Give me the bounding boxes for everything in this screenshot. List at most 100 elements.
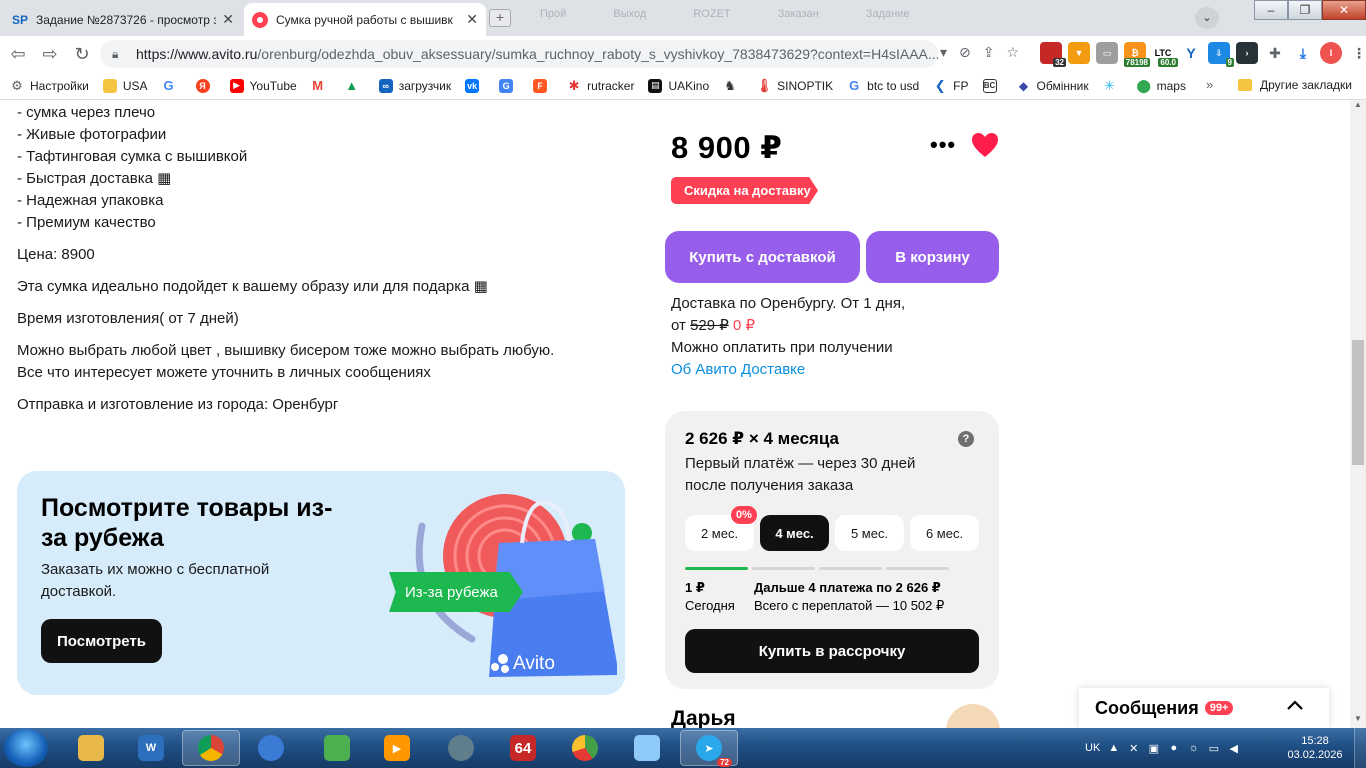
bookmark-sinoptik[interactable]: 🌡︎ SINOPTIK	[756, 78, 833, 93]
more-options-icon[interactable]: •••	[930, 134, 956, 156]
bookmark-google[interactable]: G	[162, 78, 182, 93]
start-button[interactable]	[4, 729, 48, 767]
page-scrollbar[interactable]: ▲ ▼	[1350, 100, 1366, 728]
scroll-up-icon[interactable]: ▲	[1350, 100, 1366, 114]
bookmark-btc[interactable]: Gbtc to usd	[847, 78, 919, 93]
ghost-tab-label: ROZET	[693, 8, 731, 20]
taskbar-wm[interactable]: W	[122, 730, 180, 766]
other-bookmarks[interactable]: Другие закладки	[1238, 78, 1352, 92]
close-tab-icon[interactable]: ✕	[466, 11, 478, 28]
scroll-thumb[interactable]	[1352, 340, 1364, 465]
bookmark-drive[interactable]: ▲	[345, 78, 365, 93]
ext-shield-icon[interactable]: ▼	[1068, 42, 1090, 64]
show-desktop-button[interactable]	[1354, 728, 1366, 768]
add-to-cart-button[interactable]: В корзину	[866, 231, 999, 283]
extensions-puzzle-icon[interactable]: ✚	[1264, 42, 1286, 64]
bookmark-translate[interactable]: G	[499, 78, 519, 93]
bookmark-star-icon[interactable]: ☆	[1007, 44, 1020, 61]
tray-rss-icon[interactable]: ☼	[1187, 742, 1200, 755]
bookmark-chess[interactable]: ♞	[723, 78, 743, 93]
bookmark-uakino[interactable]: ▤ UAKino	[648, 78, 709, 93]
taskbar-telegram[interactable]: ➤ 72	[680, 730, 738, 767]
bookmark-usa[interactable]: USA	[102, 78, 148, 93]
delivery-line: Доставка по Оренбургу. От 1 дня,	[671, 295, 906, 312]
minimize-button[interactable]: –	[1254, 0, 1288, 20]
bookmark-gmail[interactable]: M	[311, 78, 331, 93]
term-option-6[interactable]: 6 мес.	[910, 515, 979, 551]
bookmarks-overflow-icon[interactable]: »	[1206, 77, 1213, 92]
taskbar-chart[interactable]	[556, 730, 614, 766]
taskbar-cpu[interactable]	[308, 730, 366, 766]
tab-title: Задание №2873726 - просмотр з	[36, 12, 217, 27]
taskbar-chrome[interactable]	[182, 730, 240, 766]
buy-installment-button[interactable]: Купить в рассрочку	[685, 629, 979, 673]
help-question-icon[interactable]: ?	[958, 431, 974, 447]
new-tab-button[interactable]: +	[489, 9, 511, 27]
ext-briefcase-icon[interactable]: ▭	[1096, 42, 1118, 64]
promo-view-button[interactable]: Посмотреть	[41, 619, 162, 663]
share-icon[interactable]: ⇪	[983, 44, 995, 61]
tray-info-icon[interactable]: ●	[1167, 742, 1180, 755]
forward-arrow-icon[interactable]: ⇨	[36, 40, 64, 68]
gear-icon: ⚙	[11, 77, 23, 93]
ext-download-icon[interactable]: ⇩ 9	[1208, 42, 1234, 67]
ext-adblock-icon[interactable]: 32	[1040, 42, 1066, 67]
bookmark-fp2[interactable]: ❮ FP	[933, 78, 969, 93]
menu-kebab-icon[interactable]: ⋮	[1348, 42, 1366, 64]
reload-icon[interactable]: ↻	[68, 40, 96, 68]
bookmark-loader[interactable]: ∞ загрузчик	[378, 78, 451, 93]
tab-search-chevron-icon[interactable]: ⌄	[1195, 7, 1219, 29]
bookmark-fp[interactable]: F	[533, 78, 553, 93]
tab-task[interactable]: SP Задание №2873726 - просмотр з ✕	[4, 3, 242, 36]
tray-volume-icon[interactable]: ◀	[1227, 742, 1240, 755]
seller-avatar[interactable]	[946, 704, 1000, 728]
back-arrow-icon[interactable]: ⇦	[4, 40, 32, 68]
close-window-button[interactable]: ✕	[1322, 0, 1366, 20]
loader-icon: ∞	[378, 78, 393, 93]
downloads-icon[interactable]: ⤓	[1292, 42, 1314, 64]
bookmark-exchange[interactable]: ◆ Обмінник	[1017, 79, 1089, 93]
language-indicator[interactable]: UK	[1085, 742, 1100, 754]
ext-litecoin-icon[interactable]: LTC 60.0	[1152, 42, 1178, 67]
tray-usb-icon[interactable]: ✕	[1127, 742, 1140, 755]
bookmark-yandex[interactable]: Я	[195, 78, 216, 93]
tray-monitor-icon[interactable]: ▭	[1207, 742, 1220, 755]
taskbar-media[interactable]: ▶	[368, 730, 426, 766]
bookmark-bc[interactable]: BC	[982, 78, 1003, 93]
tray-network-icon[interactable]: ▣	[1147, 742, 1160, 755]
rutracker-icon: ✱	[568, 77, 580, 93]
seller-name[interactable]: Дарья	[671, 707, 736, 728]
dropdown-caret-icon[interactable]: ▾	[940, 44, 947, 61]
taskbar-clock-app[interactable]	[432, 730, 490, 766]
ext-terminal-icon[interactable]: ›	[1236, 42, 1258, 64]
taskbar-notepad[interactable]	[618, 730, 676, 766]
taskbar-aida64[interactable]: 64	[494, 730, 552, 766]
bookmark-maps[interactable]: ⬤ maps	[1136, 78, 1186, 93]
maximize-button[interactable]: ❐	[1288, 0, 1322, 20]
bookmark-youtube[interactable]: ▶ YouTube	[229, 78, 297, 93]
taskbar-clock[interactable]: 15:28 03.02.2026	[1285, 734, 1345, 762]
bookmark-rutracker[interactable]: ✱ rutracker	[567, 77, 635, 93]
bookmark-snow[interactable]: ✳	[1103, 78, 1123, 93]
ext-y-icon[interactable]: Y	[1180, 42, 1202, 64]
abroad-promo-banner[interactable]: Посмотрите товары из-за рубежа Заказать …	[17, 471, 625, 695]
tab-avito[interactable]: Сумка ручной работы с вышивк ✕	[244, 3, 486, 36]
avito-delivery-link[interactable]: Об Авито Доставке	[671, 359, 905, 381]
ext-bitcoin-icon[interactable]: ₿ 78198	[1123, 42, 1150, 67]
location-blocked-icon[interactable]: ⊘	[959, 44, 971, 61]
chevron-up-icon[interactable]	[1285, 696, 1305, 716]
tray-expand-icon[interactable]: ▲	[1107, 742, 1120, 755]
buy-with-delivery-button[interactable]: Купить с доставкой	[665, 231, 860, 283]
profile-avatar-icon[interactable]: I	[1320, 42, 1342, 64]
messages-widget[interactable]: Сообщения 99+	[1079, 688, 1329, 728]
taskbar-explorer[interactable]	[62, 730, 120, 766]
term-option-4[interactable]: 4 мес.	[760, 515, 829, 551]
address-bar[interactable]: 🔒︎ https://www.avito.ru/orenburg/odezhda…	[100, 40, 938, 68]
term-option-5[interactable]: 5 мес.	[835, 515, 904, 551]
bookmark-settings[interactable]: ⚙ Настройки	[10, 77, 89, 93]
close-tab-icon[interactable]: ✕	[222, 11, 234, 28]
bookmark-vk[interactable]: vk	[465, 78, 485, 93]
taskbar-globe[interactable]	[242, 730, 300, 766]
favorite-heart-icon[interactable]	[971, 132, 999, 158]
scroll-down-icon[interactable]: ▼	[1350, 714, 1366, 728]
